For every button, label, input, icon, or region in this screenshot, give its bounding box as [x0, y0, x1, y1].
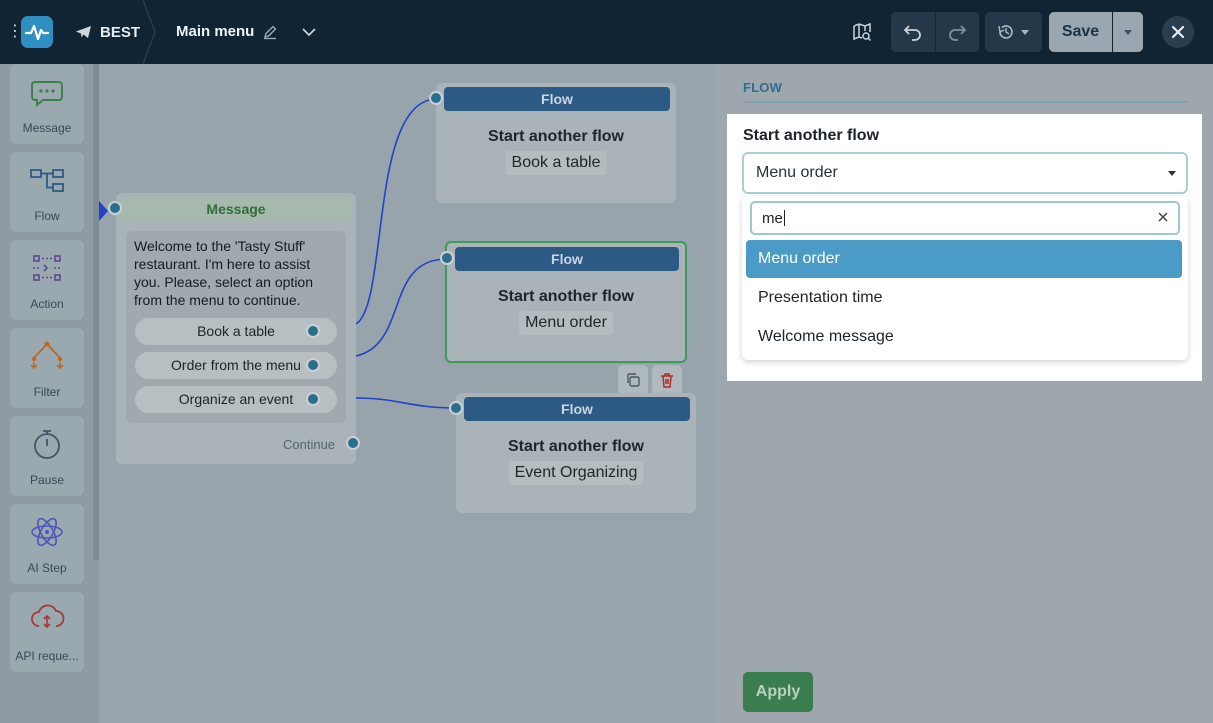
caret-down-icon	[1021, 30, 1029, 35]
map-search-icon[interactable]	[852, 22, 872, 42]
flow-settings-card: Start another flow Menu order me Menu or…	[727, 114, 1202, 381]
flow-node-title: Start another flow	[507, 438, 644, 455]
close-button[interactable]	[1162, 16, 1194, 48]
incoming-arrow	[99, 201, 108, 221]
edit-pencil-icon[interactable]	[262, 24, 278, 40]
caret-down-icon	[1168, 171, 1176, 176]
flow-node[interactable]: Flow Start another flow Book a table	[429, 83, 676, 203]
message-node[interactable]: Message Welcome to the 'Tasty Stuff' res…	[108, 193, 360, 464]
tab-underline	[743, 101, 1187, 103]
palette-item-label: AI Step	[27, 561, 67, 575]
input-port[interactable]	[429, 91, 443, 105]
pause-icon	[34, 430, 60, 459]
message-node-header: Message	[120, 197, 352, 221]
flow-node-subtitle: Menu order	[519, 311, 613, 335]
tab-flow[interactable]: FLOW	[743, 80, 782, 95]
field-label: Start another flow	[743, 127, 880, 144]
save-button[interactable]: Save	[1049, 12, 1112, 52]
flow-icon	[30, 169, 64, 192]
undo-icon[interactable]	[903, 23, 923, 41]
telegram-icon	[76, 26, 91, 38]
palette-item-label: Message	[22, 121, 72, 135]
palette-item-label: Filter	[33, 385, 61, 399]
search-value: me	[762, 210, 783, 227]
clear-icon[interactable]	[1158, 212, 1168, 222]
apply-button[interactable]: Apply	[743, 672, 813, 712]
flow-node-selected[interactable]: Flow Start another flow Menu order	[440, 241, 687, 363]
top-bar: ⋮ BEST Main menu Save	[0, 0, 1213, 64]
message-icon	[31, 81, 63, 108]
flow-select[interactable]: Menu order	[742, 152, 1188, 194]
flow-node-header: Flow	[455, 247, 679, 271]
trash-icon	[661, 373, 673, 388]
palette-item-action[interactable]: Action	[10, 240, 84, 320]
more-vertical-icon[interactable]: ⋮	[7, 22, 23, 42]
app-logo[interactable]	[21, 16, 53, 48]
dropdown-option[interactable]: Welcome message	[746, 318, 1182, 356]
connection-wire	[355, 397, 458, 409]
ai-step-icon	[31, 517, 63, 547]
output-port[interactable]	[306, 358, 320, 372]
message-text: Welcome to the 'Tasty Stuff' restaurant.…	[134, 238, 314, 308]
palette-item-label: API reque...	[15, 649, 79, 663]
dropdown-option[interactable]: Presentation time	[746, 279, 1182, 317]
node-palette: Message Flow Action Filter Pause AI Step…	[0, 64, 99, 723]
close-icon	[1171, 25, 1185, 39]
palette-item-flow[interactable]: Flow	[10, 152, 84, 232]
output-port[interactable]	[306, 392, 320, 406]
input-port[interactable]	[108, 201, 122, 215]
delete-button[interactable]	[652, 365, 682, 395]
flow-node-header: Flow	[444, 87, 670, 111]
connection-wire	[355, 258, 448, 357]
continue-label: Continue	[283, 437, 336, 452]
input-port[interactable]	[449, 401, 463, 415]
continue-port[interactable]	[346, 436, 360, 450]
dropdown-option[interactable]: Menu order	[746, 240, 1182, 278]
flow-node-title: Start another flow	[497, 288, 634, 305]
palette-item-filter[interactable]: Filter	[10, 328, 84, 408]
input-port[interactable]	[440, 251, 454, 265]
palette-item-api-request[interactable]: API reque...	[10, 592, 84, 672]
workspace-selector[interactable]: BEST	[75, 21, 140, 43]
palette-item-ai-step[interactable]: AI Step	[10, 504, 84, 584]
palette-item-pause[interactable]: Pause	[10, 416, 84, 496]
workspace-name: BEST	[100, 23, 141, 41]
flow-node-title: Start another flow	[487, 128, 624, 145]
breadcrumb-separator	[142, 0, 156, 64]
flow-canvas[interactable]: Message Welcome to the 'Tasty Stuff' res…	[99, 64, 715, 723]
flow-title: Main menu	[176, 23, 255, 40]
palette-item-label: Pause	[29, 473, 65, 487]
save-options-button[interactable]	[1113, 12, 1143, 52]
palette-item-label: Action	[30, 297, 64, 311]
palette-item-message[interactable]: Message	[10, 64, 84, 144]
palette-item-label: Flow	[34, 209, 60, 223]
redo-icon[interactable]	[947, 23, 967, 41]
action-icon	[33, 255, 61, 281]
flow-node-subtitle: Book a table	[505, 151, 607, 175]
undo-redo-group	[891, 12, 979, 52]
dropdown-search-input[interactable]: me	[750, 201, 1180, 235]
flow-node-header: Flow	[464, 397, 690, 421]
flow-select-value: Menu order	[756, 164, 838, 181]
history-button[interactable]	[985, 12, 1042, 52]
copy-icon	[627, 373, 640, 387]
api-request-icon	[31, 604, 65, 629]
output-port[interactable]	[306, 324, 320, 338]
flow-node[interactable]: Flow Start another flow Event Organizing	[449, 393, 696, 513]
filter-icon	[30, 341, 64, 370]
message-body: Welcome to the 'Tasty Stuff' restaurant.…	[126, 231, 346, 423]
flow-node-subtitle: Event Organizing	[508, 461, 644, 485]
connection-wire	[355, 98, 438, 325]
properties-panel: FLOW Start another flow Menu order me Me…	[715, 64, 1213, 723]
duplicate-button[interactable]	[618, 365, 648, 395]
history-icon	[998, 25, 1013, 39]
flow-select-dropdown: me Menu order Presentation time Welcome …	[742, 196, 1188, 360]
chevron-down-icon[interactable]	[301, 24, 317, 40]
